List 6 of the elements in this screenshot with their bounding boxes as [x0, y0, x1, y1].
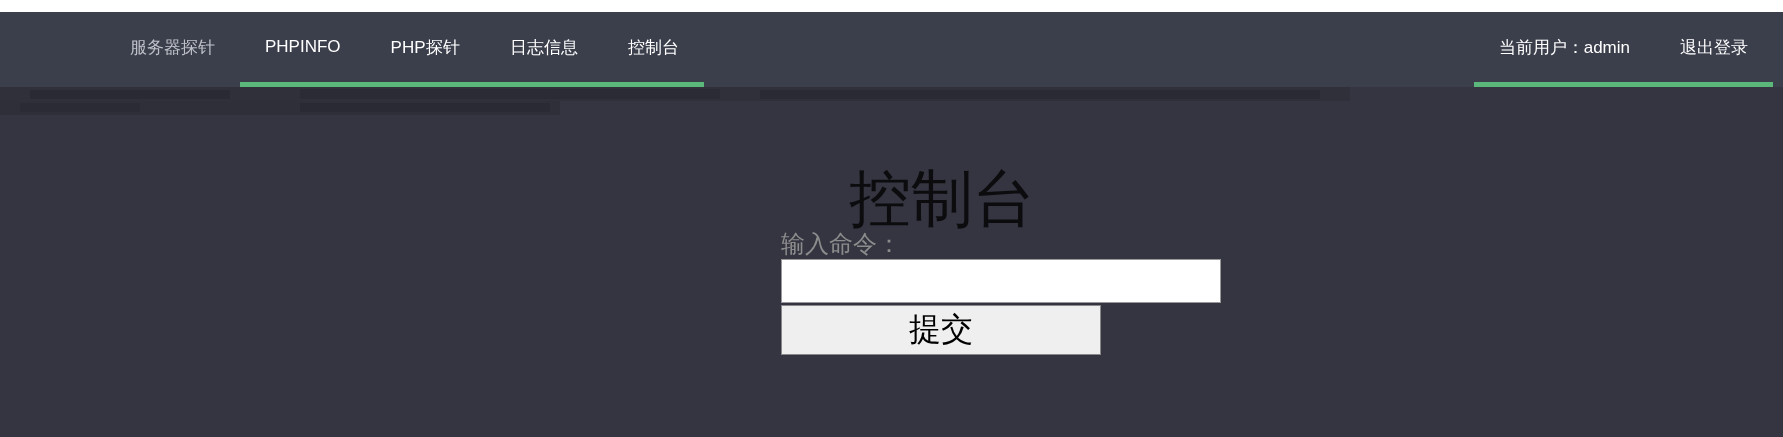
command-input[interactable] — [780, 259, 1221, 303]
nav-link[interactable]: 退出登录 — [1655, 12, 1773, 87]
nav-link[interactable]: 当前用户：admin — [1473, 12, 1655, 87]
command-label: 输入命令： — [780, 231, 901, 257]
nav-link[interactable]: 服务器探针 — [105, 12, 240, 87]
submit-button[interactable]: 提交 — [780, 305, 1101, 355]
